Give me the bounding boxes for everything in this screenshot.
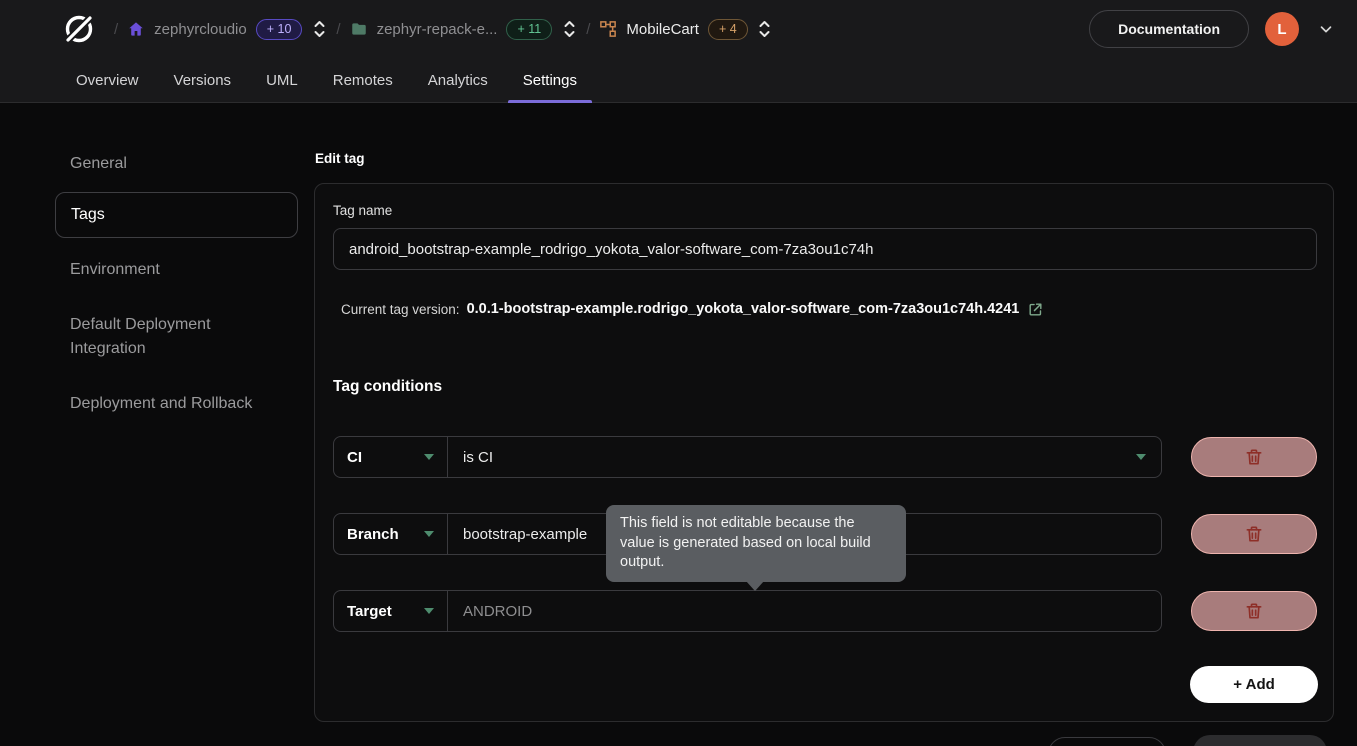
folder-icon xyxy=(350,20,368,38)
home-icon xyxy=(127,20,145,38)
sidebar-item-general[interactable]: General xyxy=(55,146,298,182)
add-condition-button[interactable]: + Add xyxy=(1190,666,1318,703)
edit-tag-card: Tag name Current tag version: 0.0.1-boot… xyxy=(314,183,1334,722)
avatar[interactable]: L xyxy=(1265,12,1299,46)
condition-field-select-branch[interactable]: Branch xyxy=(334,514,448,554)
breadcrumb-org[interactable]: zephyrcloudio xyxy=(154,21,247,38)
secondary-action-button-partial[interactable] xyxy=(1048,737,1166,746)
current-version-value: 0.0.1-bootstrap-example.rodrigo_yokota_v… xyxy=(467,301,1020,317)
sidebar-item-tags[interactable]: Tags xyxy=(55,192,298,238)
header: / zephyrcloudio + 10 / zephyr-repack-e..… xyxy=(0,0,1357,103)
page-title: Edit tag xyxy=(315,151,365,166)
user-menu-chevron-down-icon[interactable] xyxy=(1315,18,1337,40)
tab-settings[interactable]: Settings xyxy=(508,58,592,103)
condition-row-target: Target ANDROID xyxy=(333,590,1317,632)
tab-analytics[interactable]: Analytics xyxy=(413,58,503,103)
tab-overview[interactable]: Overview xyxy=(61,58,154,103)
breadcrumb-project[interactable]: zephyr-repack-e... xyxy=(377,21,498,38)
condition-row-ci: CI is CI xyxy=(333,436,1317,478)
delete-condition-button[interactable] xyxy=(1191,591,1317,631)
current-version-row: Current tag version: 0.0.1-bootstrap-exa… xyxy=(341,300,1044,318)
tab-uml[interactable]: UML xyxy=(251,58,313,103)
documentation-button[interactable]: Documentation xyxy=(1089,10,1249,48)
tab-remotes[interactable]: Remotes xyxy=(318,58,408,103)
current-version-label: Current tag version: xyxy=(341,302,460,317)
breadcrumb-separator: / xyxy=(586,21,590,38)
condition-field-label: Branch xyxy=(347,526,399,543)
tag-name-label: Tag name xyxy=(333,203,392,218)
header-right-group: Documentation L xyxy=(1089,10,1337,48)
trash-icon xyxy=(1244,524,1264,544)
condition-field-label: Target xyxy=(347,603,392,620)
project-switcher-icon[interactable] xyxy=(561,18,577,40)
chevron-down-icon xyxy=(424,531,434,537)
app-count-badge[interactable]: + 4 xyxy=(708,19,748,40)
condition-value-label: bootstrap-example xyxy=(463,526,587,543)
app-window: / zephyrcloudio + 10 / zephyr-repack-e..… xyxy=(0,0,1357,746)
condition-group: Target ANDROID xyxy=(333,590,1162,632)
sidebar-item-default-deployment-integration[interactable]: Default Deployment Integration xyxy=(55,304,298,370)
settings-sidebar: General Tags Environment Default Deploym… xyxy=(55,146,298,422)
primary-action-button-partial[interactable] xyxy=(1193,735,1327,746)
app-hierarchy-icon xyxy=(599,20,617,38)
chevron-down-icon xyxy=(1136,454,1146,460)
org-switcher-icon[interactable] xyxy=(311,18,327,40)
condition-group: CI is CI xyxy=(333,436,1162,478)
chevron-down-icon xyxy=(424,454,434,460)
condition-value-select-ci[interactable]: is CI xyxy=(448,437,1161,477)
condition-value-label: ANDROID xyxy=(463,603,532,620)
tooltip-arrow xyxy=(746,581,764,591)
condition-field-select-target[interactable]: Target xyxy=(334,591,448,631)
breadcrumb-app[interactable]: MobileCart xyxy=(626,21,699,38)
condition-field-label: CI xyxy=(347,449,362,466)
condition-field-select-ci[interactable]: CI xyxy=(334,437,448,477)
tooltip-text: This field is not editable because the v… xyxy=(620,515,871,570)
trash-icon xyxy=(1244,601,1264,621)
sidebar-item-deployment-and-rollback[interactable]: Deployment and Rollback xyxy=(55,386,298,422)
chevron-down-icon xyxy=(424,608,434,614)
header-top-row: / zephyrcloudio + 10 / zephyr-repack-e..… xyxy=(60,0,1337,58)
tag-name-input[interactable] xyxy=(333,228,1317,270)
delete-condition-button[interactable] xyxy=(1191,437,1317,477)
tab-versions[interactable]: Versions xyxy=(159,58,247,103)
condition-value-input-target-disabled: ANDROID xyxy=(448,591,1161,631)
sidebar-item-environment[interactable]: Environment xyxy=(55,252,298,288)
breadcrumb: / zephyrcloudio + 10 / zephyr-repack-e..… xyxy=(114,18,773,40)
tooltip: This field is not editable because the v… xyxy=(606,505,906,582)
org-count-badge[interactable]: + 10 xyxy=(256,19,303,40)
external-link-icon[interactable] xyxy=(1026,300,1044,318)
tag-conditions-title: Tag conditions xyxy=(333,378,442,396)
nav-tabs: Overview Versions UML Remotes Analytics … xyxy=(76,58,592,103)
trash-icon xyxy=(1244,447,1264,467)
breadcrumb-separator: / xyxy=(114,21,118,38)
breadcrumb-separator: / xyxy=(336,21,340,38)
app-switcher-icon[interactable] xyxy=(757,18,773,40)
project-count-badge[interactable]: + 11 xyxy=(506,19,552,40)
zephyr-logo-icon[interactable] xyxy=(60,10,98,48)
delete-condition-button[interactable] xyxy=(1191,514,1317,554)
condition-value-label: is CI xyxy=(463,449,493,466)
